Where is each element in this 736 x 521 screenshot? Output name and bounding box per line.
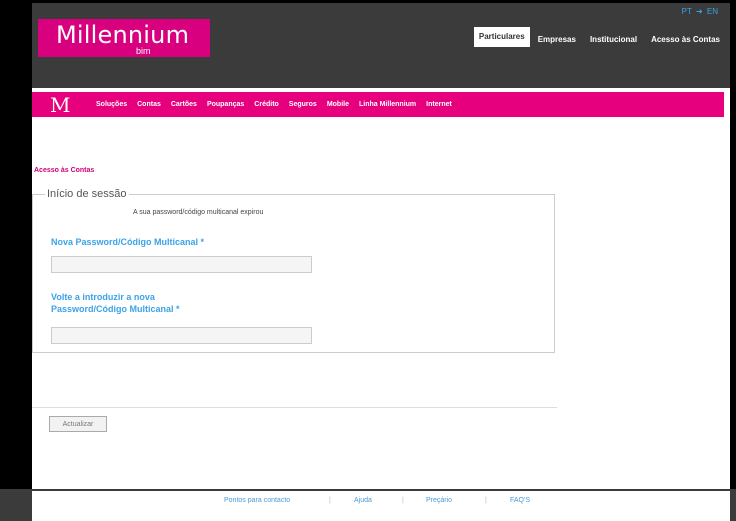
tab-institucional[interactable]: Institucional [584, 33, 643, 47]
login-fieldset: Início de sessão A sua password/código m… [32, 188, 555, 353]
confirm-password-label-line2: Password/Código Multicanal * [51, 304, 180, 314]
divider [32, 407, 557, 408]
footer-links: Pontos para contacto | Ajuda | Preçário … [32, 491, 730, 521]
m-logo-icon[interactable]: M [50, 93, 70, 117]
tab-empresas[interactable]: Empresas [532, 33, 582, 47]
footer-separator: | [485, 497, 487, 504]
menu-item-solucoes[interactable]: Soluções [96, 101, 127, 108]
main-nav: M Soluções Contas Cartões Poupanças Créd… [32, 92, 724, 117]
footer-separator: | [329, 497, 331, 504]
menu-item-linha-millennium[interactable]: Linha Millennium [359, 101, 416, 108]
new-password-input[interactable] [51, 256, 312, 273]
footer-link-precario[interactable]: Preçário [426, 497, 452, 504]
confirm-password-label-line1: Volte a introduzir a nova [51, 292, 155, 302]
top-tabs: Particulares Empresas Institucional Aces… [472, 27, 726, 47]
browser-page: PT ➜ EN Millennium bim Particulares Empr… [32, 3, 730, 499]
arrow-right-icon: ➜ [695, 7, 703, 16]
confirm-password-input[interactable] [51, 327, 312, 344]
confirm-password-label: Volte a introduzir a nova Password/Códig… [51, 291, 180, 315]
menu-item-poupancas[interactable]: Poupanças [207, 101, 244, 108]
main-menu: Soluções Contas Cartões Poupanças Crédit… [96, 92, 462, 117]
expired-message: A sua password/código multicanal expirou [133, 209, 264, 216]
tab-particulares[interactable]: Particulares [473, 27, 530, 47]
site-header: PT ➜ EN Millennium bim Particulares Empr… [32, 3, 730, 88]
menu-item-cartoes[interactable]: Cartões [171, 101, 197, 108]
language-switcher: PT ➜ EN [682, 7, 718, 16]
fieldset-legend: Início de sessão [45, 188, 129, 200]
millennium-logo[interactable]: Millennium bim [38, 19, 210, 57]
menu-item-contas[interactable]: Contas [137, 101, 161, 108]
new-password-label: Nova Password/Código Multicanal * [51, 237, 205, 247]
menu-item-seguros[interactable]: Seguros [289, 101, 317, 108]
lang-pt-link[interactable]: PT [682, 7, 692, 16]
logo-sub: bim [136, 46, 151, 56]
menu-item-mobile[interactable]: Mobile [327, 101, 349, 108]
breadcrumb[interactable]: Acesso às Contas [34, 167, 94, 174]
menu-item-internet[interactable]: Internet [426, 101, 452, 108]
update-button[interactable]: Actualizar [49, 416, 107, 432]
footer-link-contacto[interactable]: Pontos para contacto [224, 497, 290, 504]
lang-en-link[interactable]: EN [707, 7, 718, 16]
tab-acesso-contas[interactable]: Acesso às Contas [645, 33, 726, 47]
footer-separator: | [402, 497, 404, 504]
footer-link-faq[interactable]: FAQ'S [510, 497, 530, 504]
menu-item-credito[interactable]: Crédito [254, 101, 279, 108]
footer-link-ajuda[interactable]: Ajuda [354, 497, 372, 504]
logo-text: Millennium [56, 21, 190, 49]
